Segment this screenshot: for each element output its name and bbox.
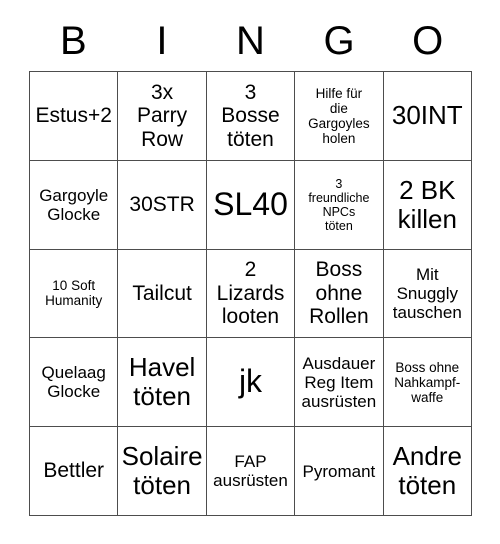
bingo-cell-i4[interactable]: Havel töten: [118, 338, 207, 428]
bingo-cell-o5[interactable]: Andre töten: [383, 427, 472, 516]
bingo-header-letter-o: O: [412, 18, 444, 63]
bingo-cell-b5[interactable]: Bettler: [30, 427, 119, 516]
bingo-cell-label: Estus+2: [35, 104, 112, 128]
bingo-cell-label: 10 Soft Humanity: [45, 278, 103, 309]
bingo-cell-g1[interactable]: Hilfe für die Gargoyles holen: [295, 72, 384, 161]
bingo-cell-o3[interactable]: Mit Snuggly tauschen: [383, 249, 472, 339]
bingo-header-letter-n: N: [236, 18, 265, 63]
bingo-cell-n3[interactable]: 2 Lizards looten: [206, 249, 296, 339]
bingo-card: B I N G O Estus+2 3x Parry Row 3 Bosse t…: [29, 10, 472, 516]
bingo-cell-o2[interactable]: 2 BK killen: [383, 160, 472, 250]
bingo-cell-label: Solaire töten: [121, 440, 203, 501]
bingo-cell-label: Boss ohne Rollen: [309, 258, 369, 329]
bingo-cell-label: Hilfe für die Gargoyles holen: [308, 85, 370, 146]
bingo-cell-o1[interactable]: 30INT: [383, 72, 472, 161]
bingo-header-letter-g: G: [323, 18, 355, 63]
bingo-cell-b1[interactable]: Estus+2: [30, 72, 119, 161]
bingo-cell-label: Havel töten: [128, 352, 196, 412]
bingo-cell-i1[interactable]: 3x Parry Row: [118, 72, 207, 161]
bingo-cell-label: 2 Lizards looten: [216, 258, 285, 329]
bingo-cell-label: 3 Bosse töten: [221, 80, 280, 151]
bingo-grid: Estus+2 3x Parry Row 3 Bosse töten Hilfe…: [29, 71, 472, 516]
bingo-cell-i3[interactable]: Tailcut: [118, 249, 207, 339]
bingo-cell-label: FAP ausrüsten: [213, 452, 288, 491]
bingo-cell-n4[interactable]: jk: [206, 338, 296, 428]
bingo-cell-b4[interactable]: Quelaag Glocke: [30, 338, 119, 428]
bingo-cell-label: Ausdauer Reg Item ausrüsten: [301, 353, 377, 411]
bingo-cell-label: 3x Parry Row: [137, 80, 188, 151]
bingo-header-row: B I N G O: [29, 10, 472, 71]
bingo-cell-label: Mit Snuggly tauschen: [392, 264, 462, 322]
bingo-cell-label: Quelaag Glocke: [41, 363, 106, 402]
bingo-cell-g4[interactable]: Ausdauer Reg Item ausrüsten: [295, 338, 384, 428]
bingo-cell-n5[interactable]: FAP ausrüsten: [206, 427, 296, 516]
bingo-cell-label: Boss ohne Nahkampf- waffe: [394, 359, 461, 405]
bingo-cell-i2[interactable]: 30STR: [118, 160, 207, 250]
bingo-cell-b3[interactable]: 10 Soft Humanity: [30, 249, 119, 339]
bingo-cell-label: Gargoyle Glocke: [39, 185, 109, 224]
bingo-cell-n1[interactable]: 3 Bosse töten: [206, 72, 296, 161]
bingo-cell-g5[interactable]: Pyromant: [295, 427, 384, 516]
bingo-header-letter-i: I: [156, 18, 168, 63]
bingo-cell-label: Pyromant: [302, 461, 376, 481]
bingo-cell-n2[interactable]: SL40: [206, 160, 296, 250]
bingo-cell-label: SL40: [213, 185, 288, 222]
bingo-cell-b2[interactable]: Gargoyle Glocke: [30, 160, 119, 250]
bingo-header-letter-b: B: [59, 18, 87, 63]
bingo-cell-label: 30INT: [391, 100, 463, 131]
bingo-cell-label: 30STR: [129, 192, 195, 216]
bingo-cell-label: Bettler: [43, 459, 105, 483]
bingo-cell-o4[interactable]: Boss ohne Nahkampf- waffe: [383, 338, 472, 428]
bingo-cell-label: jk: [238, 363, 263, 400]
bingo-cell-label: 2 BK killen: [397, 174, 457, 234]
bingo-cell-i5[interactable]: Solaire töten: [118, 427, 207, 516]
bingo-cell-label: Tailcut: [132, 281, 192, 305]
bingo-cell-g2[interactable]: 3 freundliche NPCs töten: [295, 160, 384, 250]
bingo-cell-label: Andre töten: [392, 440, 462, 501]
bingo-cell-label: 3 freundliche NPCs töten: [308, 176, 370, 233]
bingo-cell-g3[interactable]: Boss ohne Rollen: [295, 249, 384, 339]
